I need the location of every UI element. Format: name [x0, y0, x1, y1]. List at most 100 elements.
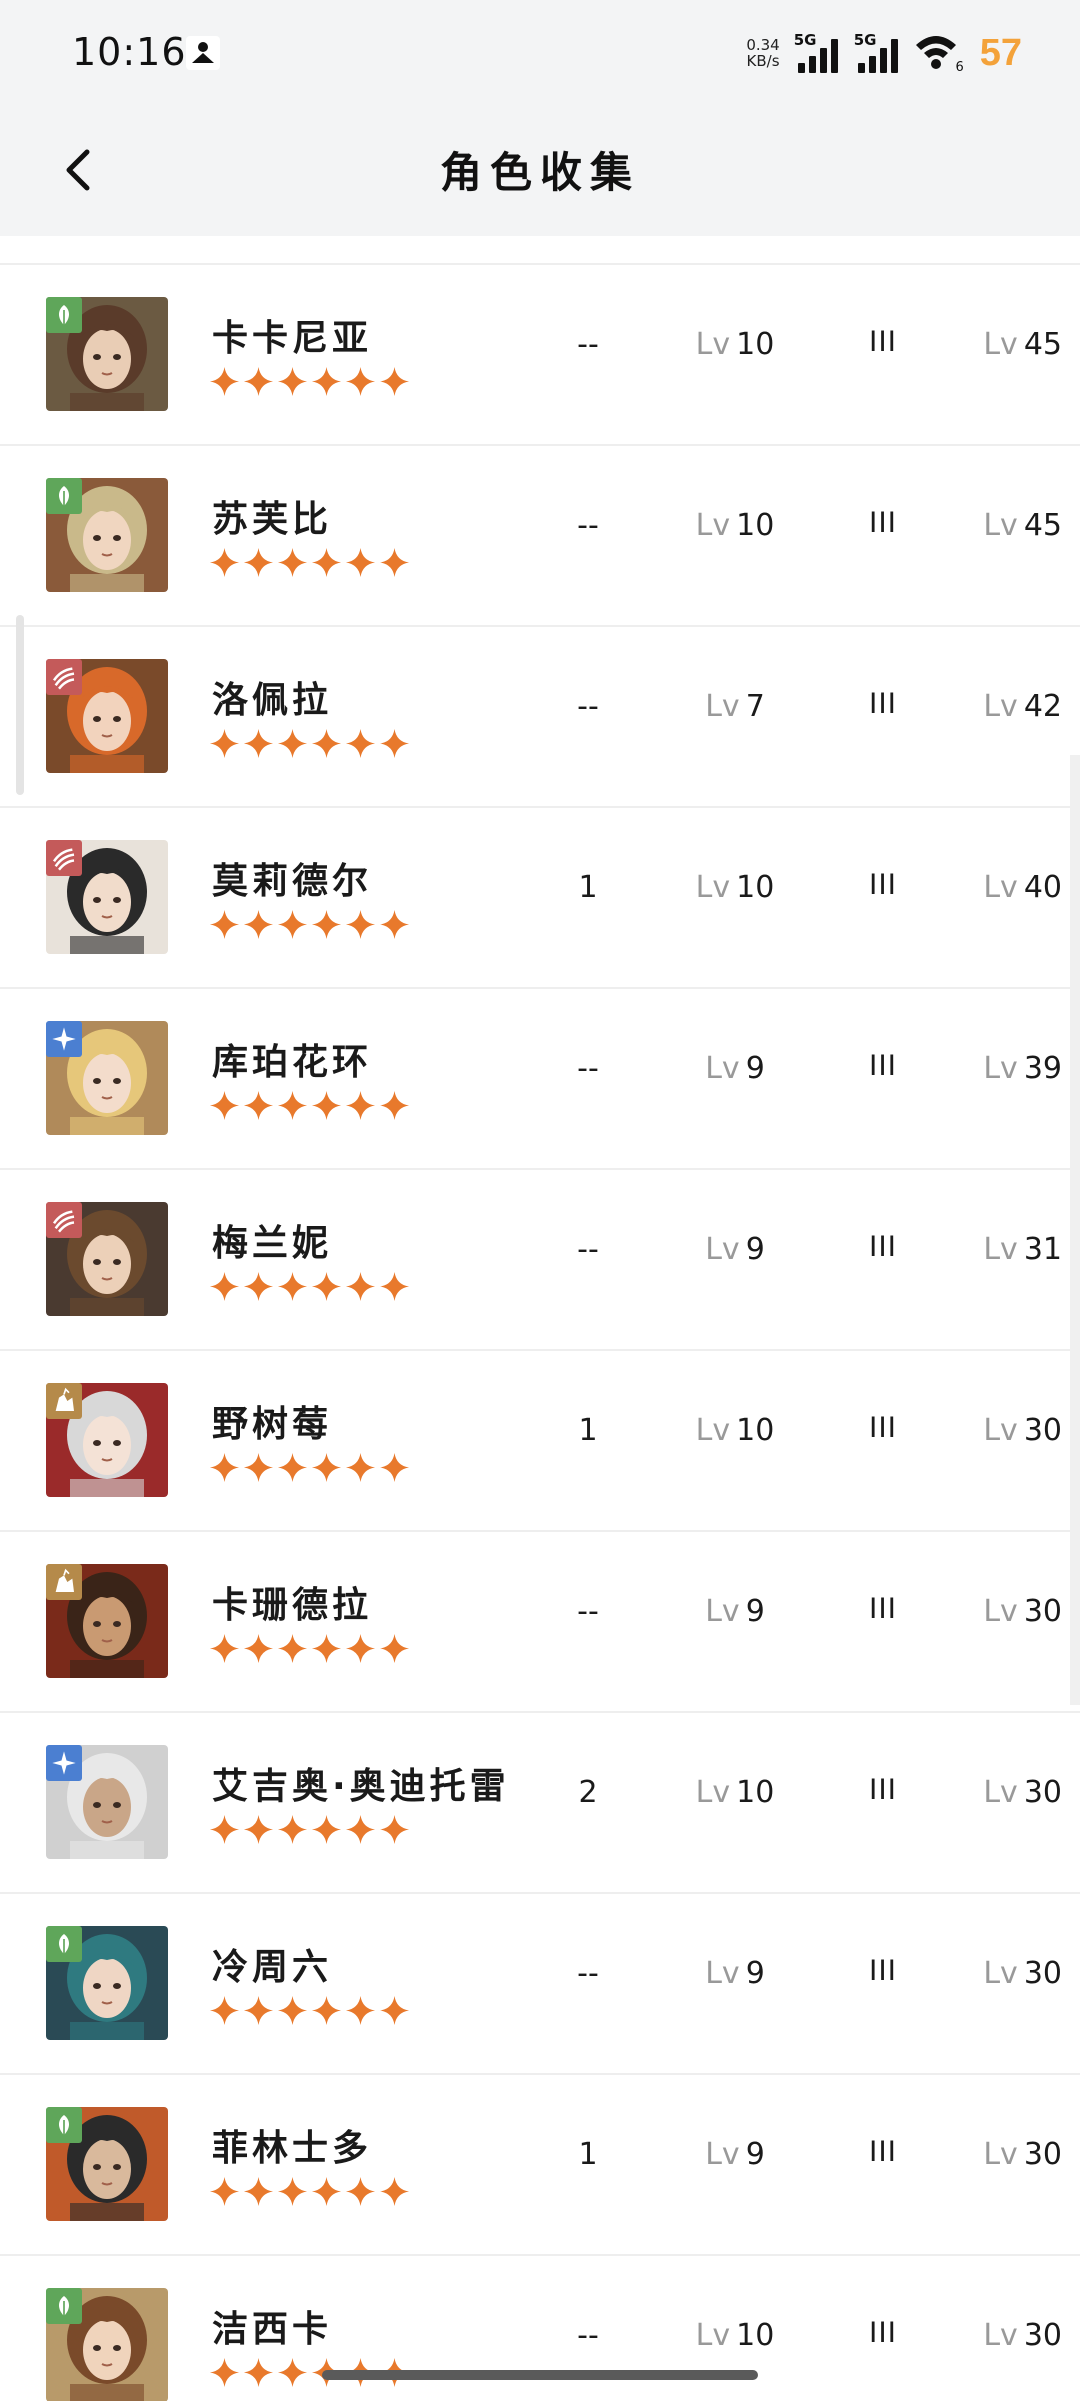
home-indicator[interactable]: [322, 2370, 758, 2380]
character-name: 莫莉德尔: [212, 861, 373, 902]
rarity-star-icon: [209, 1271, 240, 1302]
skill-level-value: 10: [736, 870, 775, 905]
rarity-stars: [208, 1632, 411, 1668]
character-level: Lv 30: [952, 1775, 1062, 1810]
skill-level: Lv 9: [680, 1051, 790, 1086]
character-name: 野树莓: [212, 1404, 333, 1445]
rarity-star-icon: [243, 2176, 274, 2207]
character-level-value: 39: [1023, 1051, 1062, 1086]
skill-level: Lv 10: [680, 1775, 790, 1810]
tier-value: III: [868, 1411, 897, 1444]
rarity-star-icon: [209, 2176, 240, 2207]
character-row[interactable]: 库珀花环 -- Lv 9 III Lv 39: [0, 989, 1080, 1170]
rarity-star-icon: [379, 1090, 410, 1121]
rarity-star-icon: [311, 1995, 342, 2026]
rarity-star-icon: [277, 2176, 308, 2207]
character-list[interactable]: 卡卡尼亚 -- Lv 10 III Lv 45 苏芙比 -- Lv 10 III Lv 45 洛佩拉 -- Lv…: [0, 236, 1080, 2401]
character-row[interactable]: 菲林士多 1 Lv 9 III Lv 30: [0, 2075, 1080, 2256]
rarity-star-icon: [379, 728, 410, 759]
rarity-stars: [208, 1270, 411, 1306]
rarity-star-icon: [311, 1271, 342, 1302]
lv-prefix: Lv: [705, 2137, 740, 2172]
element-leaf-icon: [46, 1926, 82, 1962]
character-level: Lv 30: [952, 1594, 1062, 1629]
character-name: 梅兰妮: [212, 1223, 333, 1264]
rarity-star-icon: [379, 1814, 410, 1845]
lv-prefix: Lv: [983, 327, 1018, 362]
character-level-value: 30: [1023, 1775, 1062, 1810]
rarity-star-icon: [345, 1814, 376, 1845]
rarity-star-icon: [345, 2176, 376, 2207]
rarity-star-icon: [277, 547, 308, 578]
character-row[interactable]: 野树莓 1 Lv 10 III Lv 30: [0, 1351, 1080, 1532]
rarity-star-icon: [277, 1090, 308, 1121]
signal-sim1: 5G: [794, 31, 846, 75]
rarity-stars: [208, 727, 411, 763]
character-name: 洁西卡: [212, 2309, 333, 2350]
rarity-stars: [208, 1813, 411, 1849]
rarity-stars: [208, 1451, 411, 1487]
tier-value: III: [868, 2316, 897, 2349]
character-row[interactable]: 梅兰妮 -- Lv 9 III Lv 31: [0, 1170, 1080, 1351]
rarity-star-icon: [209, 366, 240, 397]
element-beast-icon: [46, 840, 82, 876]
rarity-star-icon: [379, 1995, 410, 2026]
rarity-stars: [208, 2175, 411, 2211]
network-speed-unit: KB/s: [746, 52, 780, 70]
character-name: 冷周六: [212, 1947, 333, 1988]
skill-level-value: 10: [736, 327, 775, 362]
scroll-indicator: [16, 615, 24, 795]
rarity-star-icon: [209, 547, 240, 578]
lv-prefix: Lv: [983, 1232, 1018, 1267]
skill-level: Lv 10: [680, 1413, 790, 1448]
character-row[interactable]: 艾吉奥·奥迪托雷 2 Lv 10 III Lv 30: [0, 1713, 1080, 1894]
rarity-star-icon: [243, 1271, 274, 1302]
character-name: 艾吉奥·奥迪托雷: [212, 1766, 510, 1807]
rarity-star-icon: [277, 2357, 308, 2388]
character-level-value: 30: [1023, 1594, 1062, 1629]
skill-level: Lv 9: [680, 2137, 790, 2172]
rarity-star-icon: [345, 909, 376, 940]
element-leaf-icon: [46, 478, 82, 514]
rarity-star-icon: [345, 1633, 376, 1664]
tier-value: III: [868, 325, 897, 358]
character-row[interactable]: 卡珊德拉 -- Lv 9 III Lv 30: [0, 1532, 1080, 1713]
rarity-star-icon: [345, 366, 376, 397]
rarity-star-icon: [345, 1995, 376, 2026]
character-row[interactable]: 冷周六 -- Lv 9 III Lv 30: [0, 1894, 1080, 2075]
rarity-star-icon: [277, 909, 308, 940]
rarity-star-icon: [243, 547, 274, 578]
lv-prefix: Lv: [983, 2318, 1018, 2353]
rarity-star-icon: [209, 1090, 240, 1121]
lv-prefix: Lv: [983, 1413, 1018, 1448]
rarity-star-icon: [311, 366, 342, 397]
character-row[interactable]: 卡卡尼亚 -- Lv 10 III Lv 45: [0, 265, 1080, 446]
element-leaf-icon: [46, 297, 82, 333]
rarity-stars: [208, 1089, 411, 1125]
rarity-star-icon: [209, 909, 240, 940]
rarity-star-icon: [277, 1452, 308, 1483]
rarity-star-icon: [311, 2176, 342, 2207]
rarity-star-icon: [209, 1452, 240, 1483]
character-level: Lv 31: [952, 1232, 1062, 1267]
lv-prefix: Lv: [705, 1956, 740, 1991]
character-level-value: 45: [1023, 327, 1062, 362]
top-app-bar: 角色收集: [0, 105, 1080, 236]
rarity-star-icon: [209, 1995, 240, 2026]
scrollbar-track[interactable]: [1070, 755, 1080, 1705]
element-mineral-icon: [46, 1564, 82, 1600]
lv-prefix: Lv: [695, 2318, 731, 2353]
insight-count: --: [577, 1956, 599, 1991]
rarity-star-icon: [277, 728, 308, 759]
rarity-star-icon: [345, 547, 376, 578]
rarity-star-icon: [243, 1995, 274, 2026]
character-row[interactable]: 莫莉德尔 1 Lv 10 III Lv 40: [0, 808, 1080, 989]
character-row[interactable]: 洛佩拉 -- Lv 7 III Lv 42: [0, 627, 1080, 808]
skill-level-value: 10: [736, 1413, 775, 1448]
skill-level-value: 10: [736, 2318, 775, 2353]
insight-count: --: [577, 1232, 599, 1267]
rarity-star-icon: [311, 547, 342, 578]
rarity-star-icon: [379, 366, 410, 397]
character-row[interactable]: 苏芙比 -- Lv 10 III Lv 45: [0, 446, 1080, 627]
insight-count: --: [577, 689, 599, 724]
